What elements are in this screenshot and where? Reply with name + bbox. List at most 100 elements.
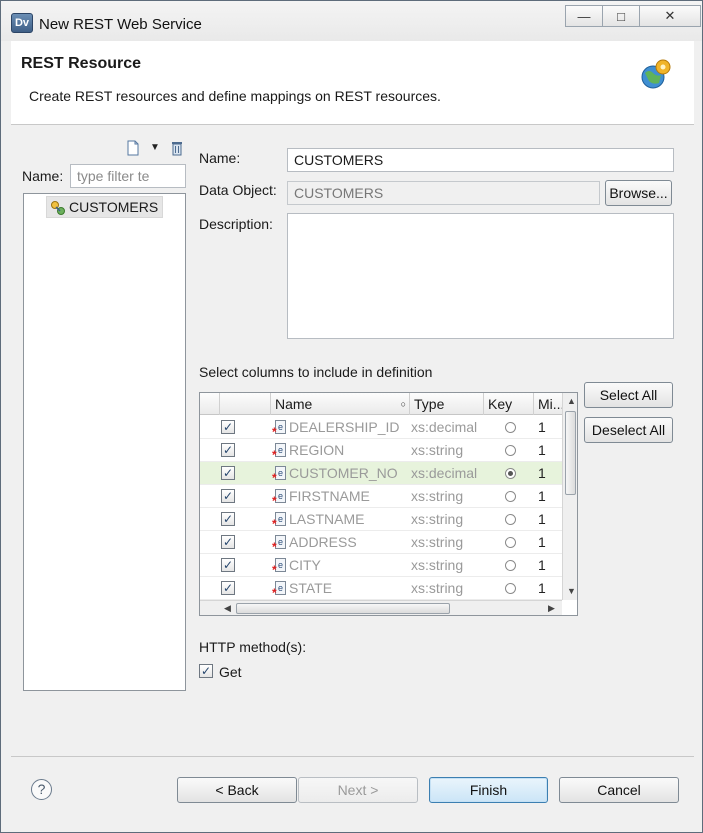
- name-input[interactable]: CUSTOMERS: [287, 148, 674, 172]
- filter-label: Name:: [22, 168, 64, 184]
- column-element-icon: e *: [272, 558, 286, 576]
- window-title: New REST Web Service: [39, 16, 202, 33]
- dropdown-arrow-icon[interactable]: ▼: [147, 140, 163, 156]
- key-radio[interactable]: [505, 583, 516, 594]
- required-marker-icon: *: [272, 563, 277, 577]
- required-marker-icon: *: [272, 448, 277, 462]
- footer-separator: [11, 756, 694, 757]
- horizontal-scrollbar[interactable]: ◀ ▶: [200, 600, 562, 615]
- cancel-button[interactable]: Cancel: [559, 777, 679, 803]
- filter-input[interactable]: type filter te: [70, 164, 186, 188]
- header-banner: REST Resource Create REST resources and …: [11, 41, 694, 125]
- header-type[interactable]: Type: [410, 393, 484, 415]
- scroll-left-icon[interactable]: ◀: [224, 603, 231, 614]
- key-radio[interactable]: [505, 422, 516, 433]
- columns-section-label: Select columns to include in definition: [199, 364, 433, 380]
- page-description: Create REST resources and define mapping…: [29, 88, 441, 104]
- minimize-icon: —: [577, 8, 591, 24]
- row-include-checkbox[interactable]: ✓: [221, 443, 235, 457]
- column-min: 1: [538, 580, 546, 596]
- help-icon[interactable]: ?: [31, 779, 52, 800]
- column-type: xs:decimal: [411, 465, 478, 481]
- column-element-icon: e *: [272, 581, 286, 599]
- table-row[interactable]: ✓ e * STATE xs:string 1: [200, 577, 562, 600]
- description-textarea[interactable]: [287, 213, 674, 339]
- column-name: REGION: [289, 442, 345, 458]
- column-element-icon: e *: [272, 535, 286, 553]
- header-select: [200, 393, 220, 415]
- column-type: xs:string: [411, 511, 464, 527]
- description-label: Description:: [199, 216, 273, 232]
- key-radio[interactable]: [505, 445, 516, 456]
- scroll-down-icon[interactable]: ▼: [567, 586, 576, 596]
- table-header: Name ○ Type Key Mi...: [200, 393, 564, 415]
- row-include-checkbox[interactable]: ✓: [221, 558, 235, 572]
- vertical-scroll-thumb[interactable]: [565, 411, 576, 495]
- header-name[interactable]: Name ○: [271, 393, 410, 415]
- header-key[interactable]: Key: [484, 393, 534, 415]
- column-name: ADDRESS: [289, 534, 357, 550]
- row-include-checkbox[interactable]: ✓: [221, 489, 235, 503]
- key-radio[interactable]: [505, 560, 516, 571]
- column-type: xs:string: [411, 534, 464, 550]
- column-element-icon: e *: [272, 420, 286, 438]
- key-radio[interactable]: [505, 468, 516, 479]
- browse-button[interactable]: Browse...: [605, 180, 672, 206]
- row-include-checkbox[interactable]: ✓: [221, 466, 235, 480]
- deselect-all-button[interactable]: Deselect All: [584, 417, 673, 443]
- resource-tree[interactable]: CUSTOMERS: [23, 193, 186, 691]
- globe-gear-icon: [641, 59, 671, 89]
- get-checkbox[interactable]: ✓: [199, 664, 213, 678]
- row-include-checkbox[interactable]: ✓: [221, 581, 235, 595]
- maximize-button[interactable]: □: [602, 5, 640, 27]
- dialog-window: Dv New REST Web Service — □ ✕ REST Resou…: [0, 0, 703, 833]
- back-button[interactable]: < Back: [177, 777, 297, 803]
- tree-item-label: CUSTOMERS: [69, 199, 159, 215]
- required-marker-icon: *: [272, 586, 277, 600]
- key-radio[interactable]: [505, 537, 516, 548]
- column-min: 1: [538, 419, 546, 435]
- column-name: LASTNAME: [289, 511, 365, 527]
- required-marker-icon: *: [272, 540, 277, 554]
- finish-button[interactable]: Finish: [429, 777, 548, 803]
- column-type: xs:string: [411, 442, 464, 458]
- column-type: xs:string: [411, 488, 464, 504]
- table-row[interactable]: ✓ e * REGION xs:string 1: [200, 439, 562, 462]
- column-min: 1: [538, 534, 546, 550]
- header-min[interactable]: Mi...: [534, 393, 564, 415]
- select-all-button[interactable]: Select All: [584, 382, 673, 408]
- required-marker-icon: *: [272, 494, 277, 508]
- close-button[interactable]: ✕: [639, 5, 701, 27]
- title-bar: Dv New REST Web Service — □ ✕: [1, 1, 702, 41]
- column-element-icon: e *: [272, 443, 286, 461]
- table-row[interactable]: ✓ e * DEALERSHIP_ID xs:decimal 1: [200, 416, 562, 439]
- scroll-up-icon[interactable]: ▲: [567, 396, 576, 406]
- required-marker-icon: *: [272, 471, 277, 485]
- header-check: [220, 393, 271, 415]
- key-radio[interactable]: [505, 491, 516, 502]
- tree-item-customers[interactable]: CUSTOMERS: [46, 196, 164, 218]
- column-type: xs:decimal: [411, 419, 478, 435]
- row-include-checkbox[interactable]: ✓: [221, 420, 235, 434]
- column-min: 1: [538, 465, 546, 481]
- key-radio[interactable]: [505, 514, 516, 525]
- horizontal-scroll-thumb[interactable]: [236, 603, 450, 614]
- table-row[interactable]: ✓ e * CITY xs:string 1: [200, 554, 562, 577]
- row-include-checkbox[interactable]: ✓: [221, 535, 235, 549]
- table-row[interactable]: ✓ e * ADDRESS xs:string 1: [200, 531, 562, 554]
- column-min: 1: [538, 442, 546, 458]
- delete-icon[interactable]: [169, 140, 185, 156]
- column-name: CITY: [289, 557, 321, 573]
- new-resource-icon[interactable]: [125, 140, 141, 156]
- table-row[interactable]: ✓ e * LASTNAME xs:string 1: [200, 508, 562, 531]
- get-label: Get: [219, 664, 242, 680]
- row-include-checkbox[interactable]: ✓: [221, 512, 235, 526]
- scroll-right-icon[interactable]: ▶: [548, 603, 555, 614]
- minimize-button[interactable]: —: [565, 5, 603, 27]
- vertical-scrollbar[interactable]: ▲ ▼: [562, 393, 577, 600]
- table-row[interactable]: ✓ e * FIRSTNAME xs:string 1: [200, 485, 562, 508]
- column-name: DEALERSHIP_ID: [289, 419, 400, 435]
- next-button: Next >: [298, 777, 418, 803]
- column-min: 1: [538, 511, 546, 527]
- table-row[interactable]: ✓ e * CUSTOMER_NO xs:decimal 1: [200, 462, 562, 485]
